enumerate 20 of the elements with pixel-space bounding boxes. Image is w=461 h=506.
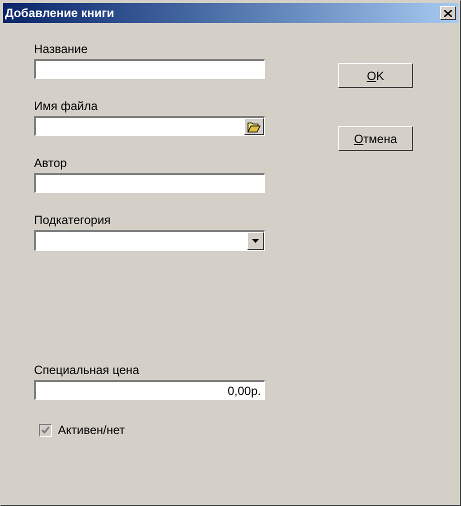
field-label: Специальная цена <box>34 363 140 379</box>
close-icon <box>444 10 452 16</box>
dialog-button[interactable]: Отмена <box>338 126 413 151</box>
browse-button[interactable] <box>244 118 264 135</box>
text-field[interactable] <box>34 59 265 79</box>
field-label: Подкатегория <box>34 213 112 229</box>
file-field[interactable] <box>34 116 265 136</box>
dropdown-field[interactable] <box>34 230 265 251</box>
field-label: Название <box>34 42 89 58</box>
field-label: Автор <box>34 156 68 172</box>
close-button[interactable] <box>440 6 456 20</box>
text-field[interactable]: 0,00р. <box>34 380 265 400</box>
folder-icon <box>247 120 261 132</box>
checkbox-label: Активен/нет <box>58 422 125 439</box>
dialog-button[interactable]: OK <box>338 63 413 88</box>
field-label: Имя файла <box>34 99 99 115</box>
dropdown-arrow-icon <box>252 239 259 243</box>
text-field[interactable] <box>34 173 265 193</box>
window-title: Добавление книги <box>5 5 114 22</box>
check-icon <box>41 426 50 434</box>
